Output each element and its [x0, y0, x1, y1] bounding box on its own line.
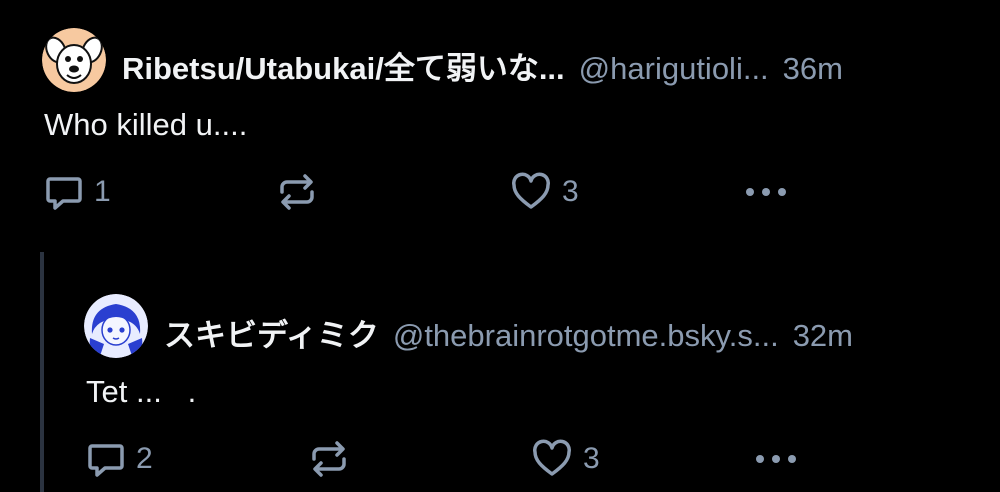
- post-actions: 2 3: [0, 439, 1000, 479]
- timestamp[interactable]: 32m: [793, 318, 853, 354]
- like-button[interactable]: 3: [531, 439, 600, 479]
- avatar[interactable]: [84, 294, 148, 358]
- reply-count: 2: [136, 442, 153, 475]
- repost-icon: [312, 441, 346, 477]
- more-options-button[interactable]: [752, 439, 800, 479]
- post-text: Tet ... .: [86, 374, 197, 409]
- post-header: スキビディミク @thebrainrotgotme.bsky.s... 32m: [164, 310, 853, 355]
- heart-icon: [533, 439, 571, 476]
- more-options-icon: [756, 455, 796, 463]
- anime-girl-avatar-icon: [84, 294, 148, 358]
- reply-icon: [88, 444, 124, 477]
- reply-post[interactable]: スキビディミク @thebrainrotgotme.bsky.s... 32m …: [0, 0, 1000, 492]
- repost-button[interactable]: [308, 439, 350, 479]
- display-name[interactable]: スキビディミク: [164, 310, 379, 355]
- reply-button[interactable]: 2: [86, 439, 153, 479]
- like-count: 3: [583, 442, 600, 475]
- handle[interactable]: @thebrainrotgotme.bsky.s...: [393, 318, 779, 354]
